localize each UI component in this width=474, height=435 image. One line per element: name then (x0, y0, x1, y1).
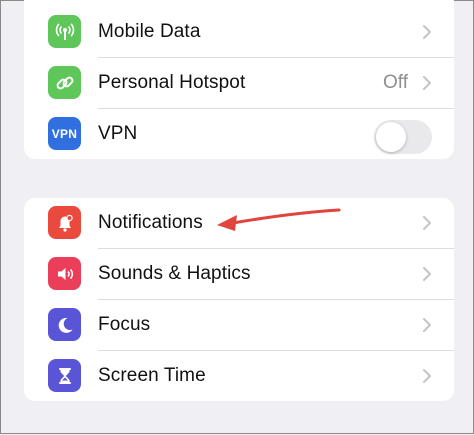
mobile-data-label: Mobile Data (98, 21, 201, 42)
chevron-right-icon (423, 267, 431, 281)
focus-label: Focus (98, 314, 151, 335)
row-personal-hotspot[interactable]: Personal Hotspot Off (24, 58, 454, 108)
speaker-icon (48, 257, 81, 290)
vpn-icon: VPN (48, 117, 81, 150)
personal-hotspot-label: Personal Hotspot (98, 72, 246, 93)
toggle-knob (376, 122, 406, 152)
chevron-right-icon (423, 216, 431, 230)
chevron-right-icon (423, 76, 431, 90)
settings-screen: Mobile Data Personal Hotspot Off VPN VPN (0, 0, 474, 434)
antenna-icon (48, 15, 81, 48)
bell-icon (48, 206, 81, 239)
notifications-label: Notifications (98, 212, 203, 233)
system-group: Notifications Sounds & Haptics Focus Scr… (24, 198, 454, 401)
chevron-right-icon (423, 369, 431, 383)
screen-time-label: Screen Time (98, 365, 206, 386)
row-sounds-haptics[interactable]: Sounds & Haptics (24, 249, 454, 299)
vpn-label: VPN (98, 123, 138, 144)
hotspot-link-icon (48, 66, 81, 99)
moon-icon (48, 308, 81, 341)
sounds-haptics-label: Sounds & Haptics (98, 263, 251, 284)
chevron-right-icon (423, 25, 431, 39)
chevron-right-icon (423, 318, 431, 332)
vpn-toggle[interactable] (374, 120, 432, 154)
row-screen-time[interactable]: Screen Time (24, 351, 454, 401)
row-notifications[interactable]: Notifications (24, 198, 454, 248)
connectivity-group: Mobile Data Personal Hotspot Off VPN VPN (24, 0, 454, 159)
row-mobile-data[interactable]: Mobile Data (24, 7, 454, 57)
row-vpn[interactable]: VPN VPN (24, 109, 454, 159)
hotspot-status-value: Off (383, 72, 408, 93)
hourglass-icon (48, 359, 81, 392)
row-focus[interactable]: Focus (24, 300, 454, 350)
